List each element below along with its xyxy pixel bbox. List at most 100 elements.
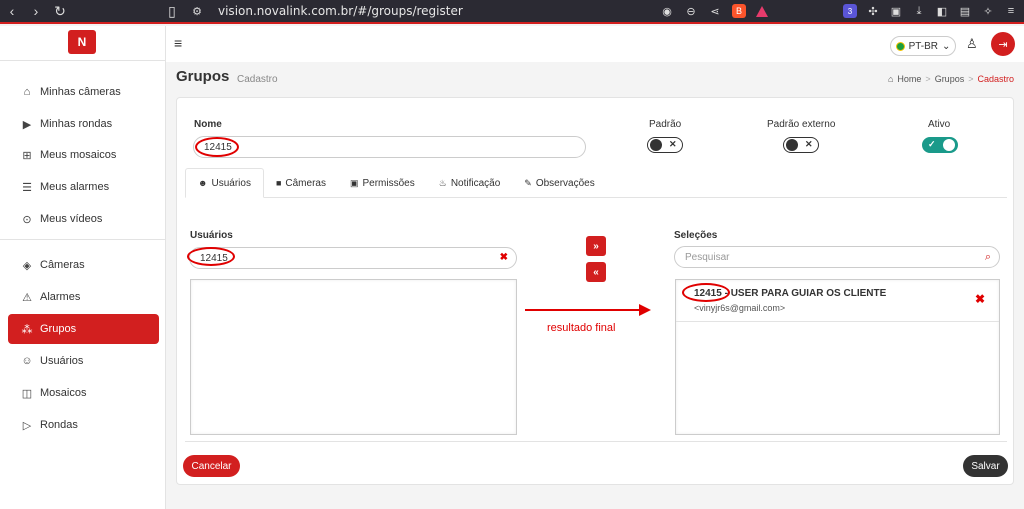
play-square-icon: ▶ xyxy=(22,118,32,131)
close-icon: ✕ xyxy=(669,139,677,149)
annotation-arrow xyxy=(525,309,641,311)
breadcrumb-groups[interactable]: Grupos xyxy=(935,74,965,84)
sidebar-item-label: Usuários xyxy=(40,355,84,367)
brave-rewards-icon[interactable] xyxy=(756,5,768,17)
default-toggle-label: Padrão xyxy=(649,119,682,130)
share-icon[interactable]: ⋖ xyxy=(708,4,722,18)
users-search-input[interactable]: 12415 ✖ xyxy=(189,247,517,269)
puzzle-icon[interactable]: ✣ xyxy=(866,4,880,18)
sidebar-item-my-videos[interactable]: ⊙ Meus vídeos xyxy=(8,204,159,234)
grid-icon: ⊞ xyxy=(22,149,32,162)
sidebar-item-alarms[interactable]: ⚠ Alarmes xyxy=(8,282,159,312)
menu-icon[interactable]: ≡ xyxy=(1004,4,1018,18)
sidebar-item-my-mosaics[interactable]: ⊞ Meus mosaicos xyxy=(8,140,159,170)
brand-logo[interactable]: N xyxy=(68,30,96,54)
sidebar-item-groups[interactable]: ⁂ Grupos xyxy=(8,314,159,344)
home-small-icon: ⌂ xyxy=(887,74,894,84)
toggle-knob xyxy=(786,139,798,151)
screenshot-icon[interactable]: ▣ xyxy=(889,4,903,18)
name-input[interactable]: 12415 xyxy=(193,136,586,158)
page-subtitle: Cadastro xyxy=(237,74,278,85)
default-toggle[interactable]: ✕ xyxy=(647,137,683,153)
browser-toolbar: ‹ › ↻ ▯ ⚙ vision.novalink.com.br/#/group… xyxy=(0,0,1024,24)
location-icon[interactable]: ◉ xyxy=(660,4,674,18)
logout-icon: ⇥ xyxy=(998,38,1008,51)
tab-observations[interactable]: ✎ Observações xyxy=(512,168,606,198)
external-default-toggle[interactable]: ✕ xyxy=(783,137,819,153)
play-circle-icon: ⊙ xyxy=(22,213,32,226)
download-icon[interactable]: ⤓ xyxy=(912,4,926,18)
sidebar: N ⌂ Minhas câmeras ▶ Minhas rondas ⊞ Meu… xyxy=(0,26,166,509)
breadcrumb-home[interactable]: Home xyxy=(897,74,921,84)
tab-permissions[interactable]: ▣ Permissões xyxy=(338,168,427,198)
cancel-button[interactable]: Cancelar xyxy=(183,455,240,477)
pencil-icon: ✎ xyxy=(524,177,532,188)
page-title: Grupos xyxy=(176,68,230,85)
tab-bar: ☻ Usuários ■ Câmeras ▣ Permissões ♨ Noti… xyxy=(185,168,1007,198)
selections-search-input[interactable]: Pesquisar ⌕ xyxy=(674,246,1000,268)
sidebar-item-my-rounds[interactable]: ▶ Minhas rondas xyxy=(8,109,159,139)
tab-users[interactable]: ☻ Usuários xyxy=(185,168,264,198)
selection-email: <vinyjr6s@gmail.com> xyxy=(694,303,786,313)
sidebar-item-label: Meus vídeos xyxy=(40,213,103,225)
user-profile-icon[interactable]: ♙ xyxy=(966,36,978,52)
selections-list[interactable]: 12415 - USER PARA GUIAR OS CLIENTE <viny… xyxy=(675,279,1000,435)
forward-icon[interactable]: › xyxy=(24,0,48,22)
wallet-icon[interactable]: ▤ xyxy=(958,4,972,18)
sidebar-item-label: Alarmes xyxy=(40,291,81,303)
alarm-bell-icon: ♨ xyxy=(438,177,447,188)
sidebar-item-label: Câmeras xyxy=(40,259,85,271)
sidebar-item-label: Meus alarmes xyxy=(40,181,110,193)
divider xyxy=(0,239,166,240)
language-selector[interactable]: PT-BR ⌄ xyxy=(890,36,956,56)
url-text: vision.novalink.com.br/#/groups/register xyxy=(218,4,463,18)
reload-icon[interactable]: ↻ xyxy=(48,0,72,22)
users-list[interactable] xyxy=(190,279,517,435)
hamburger-icon[interactable]: ≡ xyxy=(174,35,182,51)
tab-notification[interactable]: ♨ Notificação xyxy=(427,168,513,198)
save-button[interactable]: Salvar xyxy=(963,455,1008,477)
active-toggle[interactable]: ✓ xyxy=(922,137,958,153)
tab-label: Usuários xyxy=(211,177,251,189)
groups-icon: ⁂ xyxy=(21,323,33,336)
annotation-arrow-head xyxy=(639,304,651,316)
address-bar[interactable]: ⚙ vision.novalink.com.br/#/groups/regist… xyxy=(160,1,768,21)
back-icon[interactable]: ‹ xyxy=(0,0,24,22)
users-icon: ☺ xyxy=(21,355,33,367)
selections-panel-label: Seleções xyxy=(674,230,718,241)
sidebar-item-my-cameras[interactable]: ⌂ Minhas câmeras xyxy=(8,77,159,107)
site-info-icon[interactable]: ⚙ xyxy=(190,4,204,18)
video-icon: ■ xyxy=(275,178,282,188)
brave-shield-icon[interactable]: B xyxy=(732,4,746,18)
sidebar-item-label: Minhas rondas xyxy=(40,118,113,130)
users-icon: ☻ xyxy=(198,178,208,188)
camera-icon: ◈ xyxy=(22,259,32,272)
sidebar-item-users[interactable]: ☺ Usuários xyxy=(8,346,159,376)
tab-label: Observações xyxy=(535,177,595,189)
zoom-icon[interactable]: ⊖ xyxy=(684,4,698,18)
sidebar-item-cameras[interactable]: ◈ Câmeras xyxy=(8,250,159,280)
language-label: PT-BR xyxy=(908,40,939,52)
sidebar-toggle-icon[interactable]: ◧ xyxy=(935,4,949,18)
tab-cameras[interactable]: ■ Câmeras xyxy=(264,168,338,198)
sidebar-item-mosaics[interactable]: ◫ Mosaicos xyxy=(8,378,159,408)
sidebar-item-label: Rondas xyxy=(40,419,78,431)
sidebar-item-my-alarms[interactable]: ☰ Meus alarmes xyxy=(8,172,159,202)
breadcrumb-separator: > xyxy=(925,74,931,84)
tab-label: Câmeras xyxy=(285,177,326,189)
breadcrumb: ⌂ Home > Grupos > Cadastro xyxy=(888,74,1014,84)
toggle-knob xyxy=(650,139,662,151)
search-icon[interactable]: ⌕ xyxy=(985,251,991,264)
alarm-icon: ☰ xyxy=(22,181,32,194)
logout-button[interactable]: ⇥ xyxy=(991,32,1015,56)
clear-search-icon[interactable]: ✖ xyxy=(500,252,508,263)
remove-item-icon[interactable]: ✖ xyxy=(975,292,985,306)
top-header: ≡ PT-BR ⌄ ♙ ⇥ xyxy=(166,26,1024,62)
divider xyxy=(185,441,1007,442)
ai-icon[interactable]: ✧ xyxy=(981,4,995,18)
extension-icon[interactable]: 3 xyxy=(843,4,857,18)
sidebar-item-rounds[interactable]: ▷ Rondas xyxy=(8,410,159,440)
mosaic-icon: ◫ xyxy=(21,387,33,400)
remove-selection-button[interactable]: « xyxy=(586,262,606,282)
add-selection-button[interactable]: » xyxy=(586,236,606,256)
